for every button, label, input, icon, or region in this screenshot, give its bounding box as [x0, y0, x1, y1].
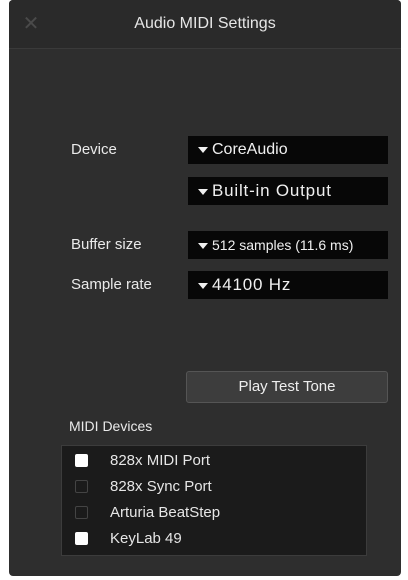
audio-midi-settings-window: ✕ Audio MIDI Settings Device CoreAudio B… [9, 0, 401, 576]
checkbox-unchecked-icon[interactable] [75, 480, 88, 493]
midi-device-name: 828x MIDI Port [110, 452, 211, 469]
device-output-value: Built-in Output [212, 181, 332, 200]
midi-device-arturia-beatstep[interactable]: Arturia BeatStep [62, 500, 366, 526]
device-driver-value: CoreAudio [212, 141, 288, 158]
midi-device-list: 828x MIDI Port 828x Sync Port Arturia Be… [61, 445, 367, 556]
buffer-size-select[interactable]: 512 samples (11.6 ms) [188, 231, 388, 259]
buffer-size-value: 512 samples (11.6 ms) [212, 237, 354, 253]
title-bar: ✕ Audio MIDI Settings [9, 0, 401, 49]
device-label: Device [71, 141, 117, 158]
chevron-down-icon [198, 146, 208, 153]
midi-device-828x-midi-port[interactable]: 828x MIDI Port [62, 448, 366, 474]
buffer-size-label: Buffer size [71, 236, 142, 253]
midi-device-828x-sync-port[interactable]: 828x Sync Port [62, 474, 366, 500]
checkbox-checked-icon[interactable] [75, 454, 88, 467]
midi-device-name: Arturia BeatStep [110, 504, 221, 521]
chevron-down-icon [198, 188, 208, 195]
chevron-down-icon [198, 282, 208, 289]
sample-rate-label: Sample rate [71, 276, 152, 293]
device-driver-select[interactable]: CoreAudio [188, 136, 388, 164]
midi-device-keylab-49[interactable]: KeyLab 49 [62, 526, 366, 552]
midi-device-name: 828x Sync Port [110, 478, 212, 495]
checkbox-checked-icon[interactable] [75, 532, 88, 545]
sample-rate-value: 44100 Hz [212, 275, 292, 294]
midi-devices-label: MIDI Devices [69, 418, 153, 434]
checkbox-unchecked-icon[interactable] [75, 506, 88, 519]
midi-device-name: KeyLab 49 [110, 530, 182, 547]
sample-rate-select[interactable]: 44100 Hz [188, 271, 388, 299]
chevron-down-icon [198, 243, 208, 250]
window-title: Audio MIDI Settings [134, 15, 276, 32]
play-test-tone-button[interactable]: Play Test Tone [186, 371, 388, 403]
device-output-select[interactable]: Built-in Output [188, 177, 388, 205]
